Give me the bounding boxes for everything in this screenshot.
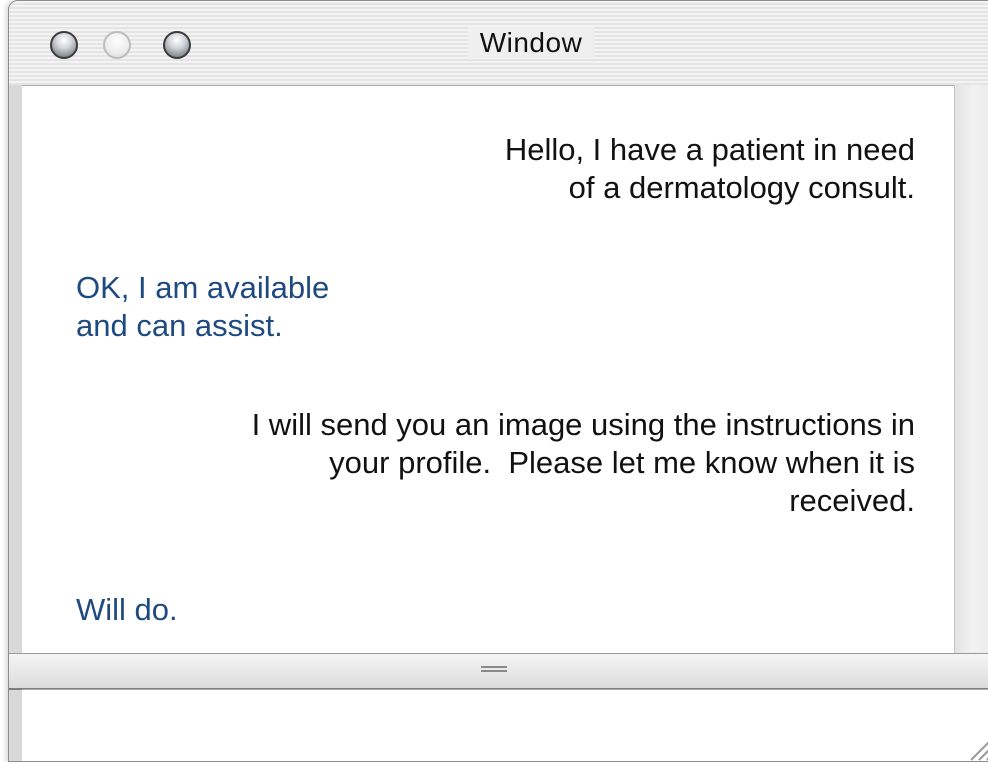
message-line: Hello, I have a patient in need [504, 132, 915, 167]
scrollbar-track[interactable] [954, 85, 988, 653]
message-incoming: OK, I am available and can assist. [76, 269, 476, 345]
transcript-pane: Hello, I have a patient in need of a derm… [22, 85, 954, 654]
title-bar[interactable]: Window [9, 1, 988, 85]
chat-window: Window Hello, I have a patient in need of… [8, 0, 988, 762]
window-title-wrap: Window [9, 27, 988, 59]
window-title: Window [467, 27, 595, 58]
message-outgoing: I will send you an image using the instr… [85, 406, 915, 520]
message-line: and can assist. [76, 308, 283, 343]
message-line: I will send you an image using the instr… [251, 407, 915, 442]
message-outgoing: Hello, I have a patient in need of a derm… [315, 131, 915, 207]
message-line: received. [789, 483, 915, 518]
resize-grip-icon[interactable] [965, 731, 988, 761]
message-line: of a dermatology consult. [568, 170, 915, 205]
pane-splitter[interactable] [9, 653, 988, 690]
message-input[interactable] [22, 689, 988, 761]
message-line: Will do. [76, 592, 178, 627]
message-line: OK, I am available [76, 270, 330, 305]
grip-icon[interactable] [481, 666, 507, 676]
message-incoming: Will do. [76, 591, 476, 629]
message-line: your profile. Please let me know when it… [329, 445, 915, 480]
